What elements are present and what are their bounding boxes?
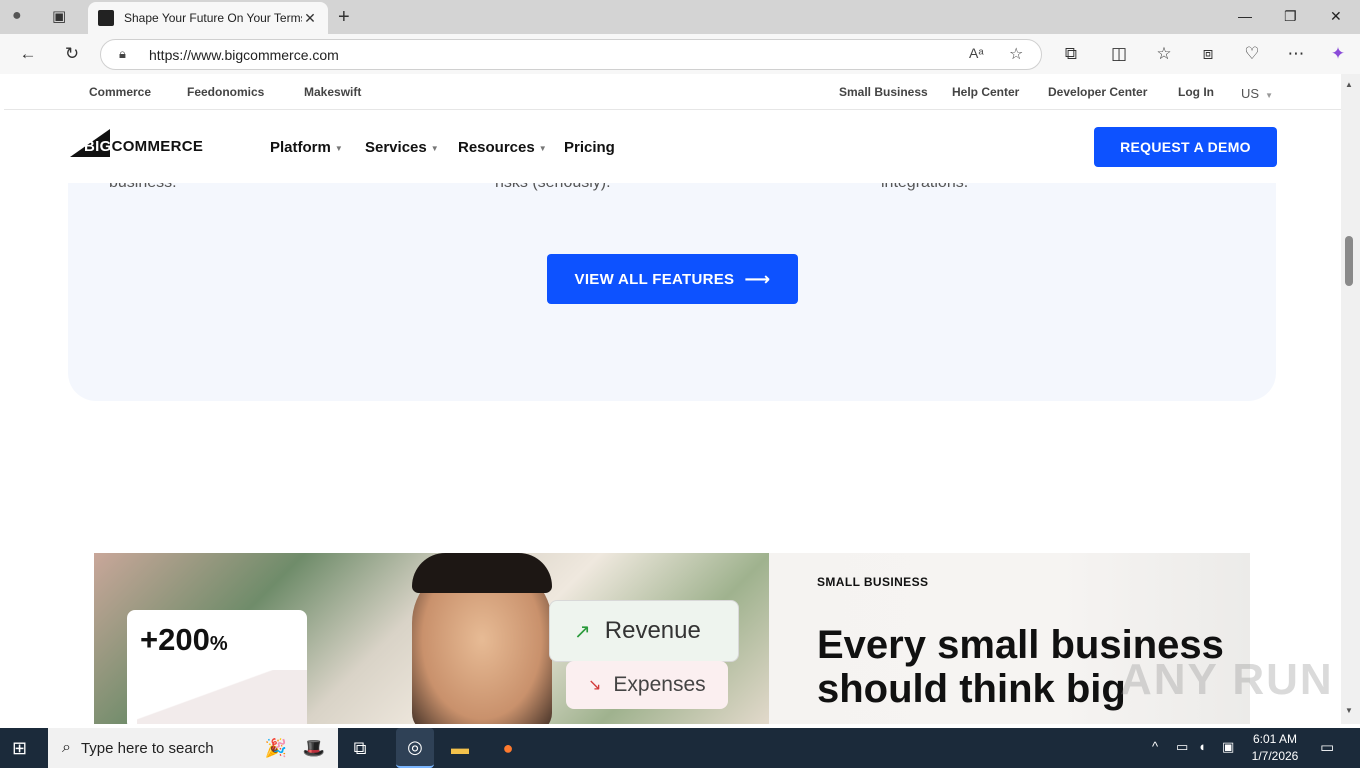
revenue-card: ↗ Revenue	[549, 600, 739, 662]
utility-nav: Commerce Feedonomics Makeswift Small Bus…	[4, 74, 1341, 110]
small-business-hero-image: +200% ↗ Revenue ↘ Expenses	[94, 553, 769, 724]
stat-card: +200%	[127, 610, 307, 724]
utility-link-commerce[interactable]: Commerce	[89, 85, 151, 99]
minimize-icon[interactable]: —	[1238, 8, 1252, 24]
stat-unit: %	[209, 633, 228, 655]
restore-icon[interactable]: ❐	[1284, 8, 1297, 25]
url-text[interactable]: https://www.bigcommerce.com	[149, 47, 339, 63]
profile-icon[interactable]: ●	[12, 7, 22, 25]
close-window-icon[interactable]: ✕	[1330, 8, 1342, 25]
back-icon[interactable]: ←	[16, 42, 40, 66]
copilot-icon[interactable]: ✦	[1326, 42, 1350, 66]
chevron-down-icon: ▼	[1265, 91, 1273, 100]
scrollbar-thumb[interactable]	[1345, 236, 1353, 286]
volume-icon[interactable]: ◖	[1198, 739, 1206, 754]
main-nav: BIGCOMMERCE Platform ▼ Services ▼ Resource…	[4, 110, 1341, 183]
nav-resources-label: Resources	[458, 139, 535, 156]
web-page: business. risks (seriously). integration…	[4, 74, 1341, 724]
request-demo-button[interactable]: REQUEST A DEMO	[1094, 127, 1277, 167]
refresh-icon[interactable]: ↻	[60, 42, 84, 66]
system-clock[interactable]: 6:01 AM 1/7/2026	[1240, 731, 1310, 765]
anyrun-watermark: ANY RUN	[1120, 655, 1334, 704]
chevron-down-icon: ▼	[430, 143, 439, 153]
taskbar-search-placeholder: Type here to search	[80, 739, 214, 757]
scroll-up-icon[interactable]: ▲	[1345, 80, 1353, 89]
utility-link-help-center[interactable]: Help Center	[952, 85, 1019, 99]
device-icon[interactable]: ▭	[1176, 739, 1188, 755]
split-screen-icon[interactable]: ◫	[1107, 42, 1131, 66]
utility-link-small-business[interactable]: Small Business	[839, 85, 928, 99]
utility-link-makeswift[interactable]: Makeswift	[304, 85, 361, 99]
nav-pricing[interactable]: Pricing	[564, 139, 615, 156]
clock-time: 6:01 AM	[1252, 732, 1298, 746]
task-view-icon[interactable]: ⧉	[346, 734, 374, 762]
logo-big: BIG	[84, 138, 112, 155]
nav-services[interactable]: Services ▼	[365, 139, 439, 156]
browser-toolbar: ← ↻ 🔒︎ https://www.bigcommerce.com Aᵃ ☆ …	[0, 34, 1360, 74]
network-icon[interactable]: ▣	[1222, 739, 1234, 755]
file-explorer-icon[interactable]: ▬	[446, 734, 474, 762]
taskbar-search-box[interactable]: ⌕ Type here to search	[48, 728, 338, 768]
logo-commerce: COMMERCE	[111, 138, 204, 155]
nav-services-label: Services	[365, 139, 427, 156]
favorites-icon[interactable]: ☆	[1152, 42, 1176, 66]
chevron-down-icon: ▼	[538, 143, 547, 153]
extensions-icon[interactable]: ⧉	[1059, 42, 1083, 66]
bigcommerce-logo[interactable]: BIGCOMMERCE	[70, 129, 203, 159]
widgets-icon[interactable]: 🎉	[262, 734, 290, 762]
tab-title: Shape Your Future On Your Terms	[124, 11, 302, 25]
nav-platform[interactable]: Platform ▼	[270, 139, 343, 156]
new-tab-button[interactable]: +	[338, 6, 350, 29]
windows-taskbar: ⊞ ⌕ Type here to search 🎉 🎩 ⧉ ◎ ▬ ● ^ ▭ …	[0, 728, 1360, 768]
address-bar[interactable]: 🔒︎ https://www.bigcommerce.com Aᵃ ☆	[100, 39, 1042, 70]
show-hidden-icons-icon[interactable]: ^	[1152, 739, 1158, 754]
trending-up-icon: ↗	[574, 620, 591, 643]
utility-link-developer-center[interactable]: Developer Center	[1048, 85, 1147, 99]
chevron-down-icon: ▼	[334, 143, 343, 153]
read-aloud-icon[interactable]: Aᵃ	[969, 45, 984, 61]
nav-resources[interactable]: Resources ▼	[458, 139, 547, 156]
tab-active[interactable]: Shape Your Future On Your Terms ✕	[88, 2, 328, 34]
favorite-star-icon[interactable]: ☆	[1009, 44, 1023, 64]
notifications-icon[interactable]: ▭	[1320, 738, 1334, 756]
expenses-label: Expenses	[613, 673, 706, 696]
tab-actions-icon[interactable]: ▣	[52, 7, 66, 25]
firefox-icon[interactable]: ●	[494, 734, 522, 762]
clock-date: 1/7/2026	[1251, 749, 1299, 763]
bigcommerce-favicon-icon	[98, 10, 114, 26]
page-scrollbar[interactable]: ▲ ▼	[1341, 74, 1360, 724]
section-kicker: SMALL BUSINESS	[817, 575, 929, 589]
more-menu-icon[interactable]: ⋯	[1284, 42, 1308, 66]
expenses-card: ↘ Expenses	[566, 661, 728, 709]
trending-down-icon: ↘	[588, 677, 602, 694]
browser-tab-bar: ● ▣ Shape Your Future On Your Terms ✕ + …	[0, 0, 1360, 34]
revenue-label: Revenue	[604, 617, 701, 644]
lock-icon[interactable]: 🔒︎	[119, 46, 126, 62]
scroll-down-icon[interactable]: ▼	[1345, 706, 1353, 715]
utility-link-log-in[interactable]: Log In	[1178, 85, 1214, 99]
collections-icon[interactable]: ⧈	[1196, 42, 1220, 66]
top-hat-icon[interactable]: 🎩	[300, 734, 328, 762]
utility-link-feedonomics[interactable]: Feedonomics	[187, 85, 264, 99]
nav-platform-label: Platform	[270, 139, 331, 156]
arrow-right-icon: ⟶	[744, 268, 771, 289]
region-label: US	[1241, 86, 1260, 101]
performance-icon[interactable]: ♡	[1240, 42, 1264, 66]
edge-browser-icon[interactable]: ◎	[396, 728, 434, 768]
region-selector[interactable]: US ▼	[1241, 86, 1273, 101]
growth-graph	[137, 670, 307, 724]
view-all-features-label: VIEW ALL FEATURES	[574, 270, 735, 288]
search-icon: ⌕	[62, 739, 71, 756]
view-all-features-button[interactable]: VIEW ALL FEATURES ⟶	[547, 254, 798, 304]
close-tab-icon[interactable]: ✕	[302, 10, 318, 27]
windows-start-icon[interactable]: ⊞	[12, 738, 27, 759]
stat-value: +200	[140, 622, 210, 657]
